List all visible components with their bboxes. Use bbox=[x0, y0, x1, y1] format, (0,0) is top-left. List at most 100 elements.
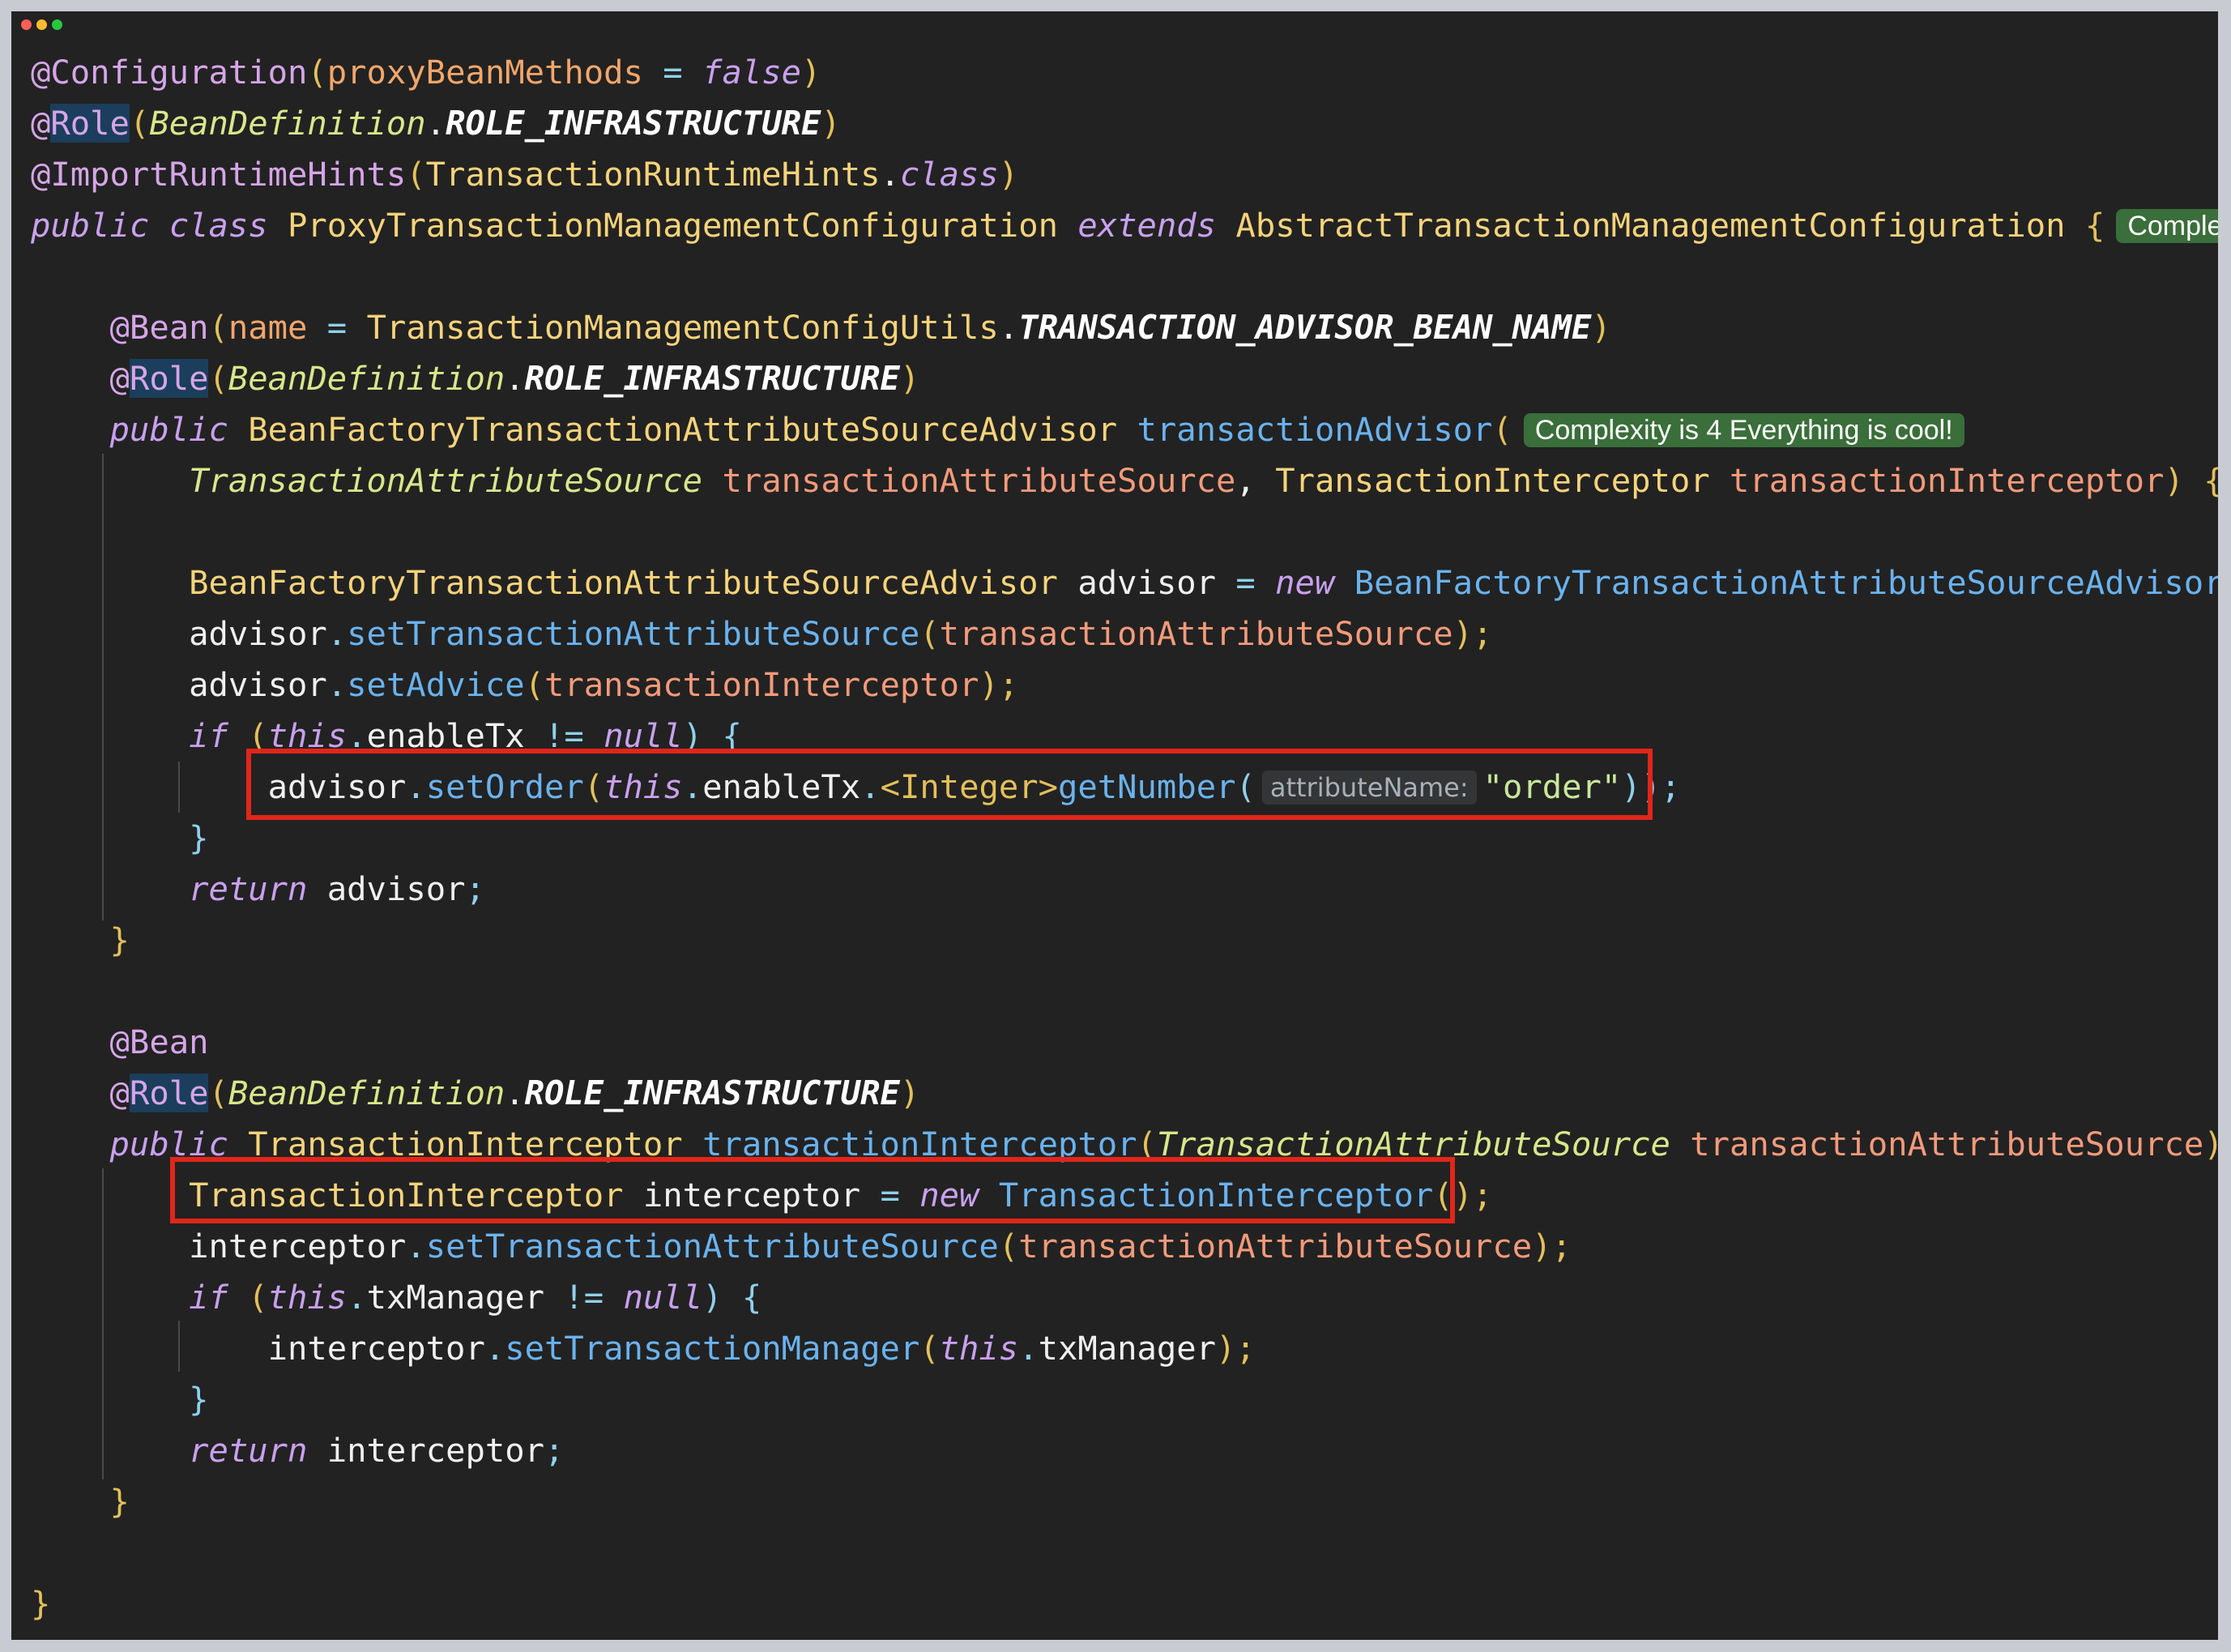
method-call: setTransactionAttributeSource bbox=[347, 614, 920, 653]
annotation-at: @ bbox=[31, 104, 51, 143]
code-line-29: } bbox=[31, 1476, 2210, 1527]
variable: interceptor bbox=[189, 1227, 407, 1266]
code-line-4: public class ProxyTransactionManagementC… bbox=[31, 200, 2218, 251]
paren: ) bbox=[1591, 308, 1611, 347]
annotation-at: @ bbox=[109, 1074, 130, 1112]
paren-brace: ) { bbox=[702, 1278, 762, 1317]
method-call: setAdvice bbox=[347, 665, 525, 704]
annotation: @Bean bbox=[109, 1022, 209, 1061]
annotation: @ImportRuntimeHints bbox=[31, 155, 407, 194]
code-line-18: } bbox=[31, 915, 2210, 966]
paren-brace: ) { bbox=[2203, 1125, 2218, 1163]
paren: ( bbox=[919, 1329, 940, 1368]
code-line-20: @Bean bbox=[31, 1017, 2210, 1068]
role-annotation: Role bbox=[129, 1074, 209, 1112]
keyword: if bbox=[189, 716, 228, 755]
brace: } bbox=[189, 1380, 209, 1419]
code-line-31: } bbox=[31, 1578, 2210, 1629]
constant: ROLE_INFRASTRUCTURE bbox=[524, 1074, 900, 1112]
code-line-9: TransactionAttributeSource transactionAt… bbox=[31, 455, 2218, 506]
keyword: false bbox=[702, 53, 801, 92]
dot: . bbox=[880, 155, 900, 194]
close-window-icon[interactable] bbox=[21, 19, 32, 30]
constant: ROLE_INFRASTRUCTURE bbox=[446, 104, 821, 143]
keyword: new bbox=[1275, 563, 1335, 602]
paren: ( bbox=[1492, 410, 1512, 449]
keyword: this bbox=[267, 1278, 348, 1317]
field: txManager bbox=[1038, 1329, 1217, 1368]
code-line-26: interceptor.setTransactionManager(this.t… bbox=[31, 1323, 2210, 1374]
dot: . bbox=[406, 1227, 426, 1266]
argument: transactionAttributeSource bbox=[1018, 1227, 1533, 1266]
class-name: TransactionManagementConfigUtils bbox=[366, 308, 999, 347]
dot: . bbox=[484, 1329, 505, 1368]
complexity-badge[interactable]: Complexity i bbox=[2116, 209, 2218, 243]
paren-brace: ) { bbox=[2164, 461, 2218, 500]
code-content[interactable]: @Configuration(proxyBeanMethods = false)… bbox=[31, 47, 2218, 1629]
operator: = bbox=[307, 308, 367, 347]
dot: . bbox=[347, 1278, 367, 1317]
minimize-window-icon[interactable] bbox=[36, 19, 47, 30]
annotation: @Configuration bbox=[31, 53, 308, 92]
paren: ( bbox=[998, 1227, 1019, 1266]
semicolon: ; bbox=[544, 1431, 565, 1470]
attribute-name: proxyBeanMethods bbox=[326, 53, 643, 92]
keyword: public bbox=[31, 206, 150, 245]
complexity-badge[interactable]: Complexity is 4 Everything is cool! bbox=[1523, 413, 1964, 447]
brace: } bbox=[109, 1482, 130, 1521]
keyword: if bbox=[189, 1278, 228, 1317]
type-name: BeanDefinition bbox=[149, 104, 426, 143]
constructor: BeanFactoryTransactionAttributeSourceAdv… bbox=[1354, 563, 2218, 602]
brace: } bbox=[189, 818, 209, 857]
brace: } bbox=[31, 1584, 51, 1623]
paren-semicolon: ); bbox=[979, 665, 1019, 704]
variable: advisor bbox=[189, 614, 327, 653]
code-line-24: interceptor.setTransactionAttributeSourc… bbox=[31, 1221, 2210, 1272]
keyword: return bbox=[189, 1431, 308, 1470]
code-line-2: @Role(BeanDefinition.ROLE_INFRASTRUCTURE… bbox=[31, 98, 2210, 149]
code-line-21: @Role(BeanDefinition.ROLE_INFRASTRUCTURE… bbox=[31, 1068, 2210, 1119]
comma: , bbox=[1235, 461, 1276, 500]
field: txManager bbox=[366, 1278, 545, 1317]
code-line-28: return interceptor; bbox=[31, 1425, 2210, 1476]
code-editor-window: @Configuration(proxyBeanMethods = false)… bbox=[11, 11, 2218, 1640]
constant: ROLE_INFRASTRUCTURE bbox=[524, 359, 900, 398]
paren: ) bbox=[821, 104, 841, 143]
paren: ) bbox=[899, 359, 920, 398]
code-line-11: BeanFactoryTransactionAttributeSourceAdv… bbox=[31, 557, 2218, 608]
keyword: public bbox=[109, 410, 228, 449]
paren: ) bbox=[899, 1074, 920, 1112]
keyword: class bbox=[168, 206, 268, 245]
paren: ( bbox=[129, 104, 150, 143]
window-controls bbox=[21, 19, 62, 30]
dot: . bbox=[425, 104, 446, 143]
paren: ) bbox=[998, 155, 1019, 194]
param-type: TransactionInterceptor bbox=[1275, 461, 1710, 500]
type-name: BeanDefinition bbox=[228, 1074, 505, 1112]
variable: interceptor bbox=[326, 1431, 544, 1470]
dot: . bbox=[998, 308, 1019, 347]
keyword: extends bbox=[1077, 206, 1217, 245]
code-line-25: if (this.txManager != null) { bbox=[31, 1272, 2210, 1323]
dot: . bbox=[505, 1074, 525, 1112]
constant: TRANSACTION_ADVISOR_BEAN_NAME bbox=[1018, 308, 1592, 347]
class-name: TransactionRuntimeHints bbox=[425, 155, 881, 194]
paren: ( bbox=[208, 308, 228, 347]
keyword: null bbox=[623, 1278, 703, 1317]
operator: != bbox=[544, 1278, 624, 1317]
param-name: transactionInterceptor bbox=[1730, 461, 2165, 500]
code-line-8: public BeanFactoryTransactionAttributeSo… bbox=[31, 404, 2210, 455]
paren: ( bbox=[208, 359, 228, 398]
role-annotation: Role bbox=[129, 359, 209, 398]
code-line-7: @Role(BeanDefinition.ROLE_INFRASTRUCTURE… bbox=[31, 353, 2210, 404]
dot: . bbox=[505, 359, 525, 398]
paren: ) bbox=[800, 53, 821, 92]
annotation: @Bean bbox=[109, 308, 209, 347]
annotation-at: @ bbox=[109, 359, 130, 398]
code-line-1: @Configuration(proxyBeanMethods = false) bbox=[31, 47, 2210, 98]
variable: advisor bbox=[1077, 563, 1217, 602]
dot: . bbox=[326, 614, 348, 653]
maximize-window-icon[interactable] bbox=[52, 19, 62, 30]
